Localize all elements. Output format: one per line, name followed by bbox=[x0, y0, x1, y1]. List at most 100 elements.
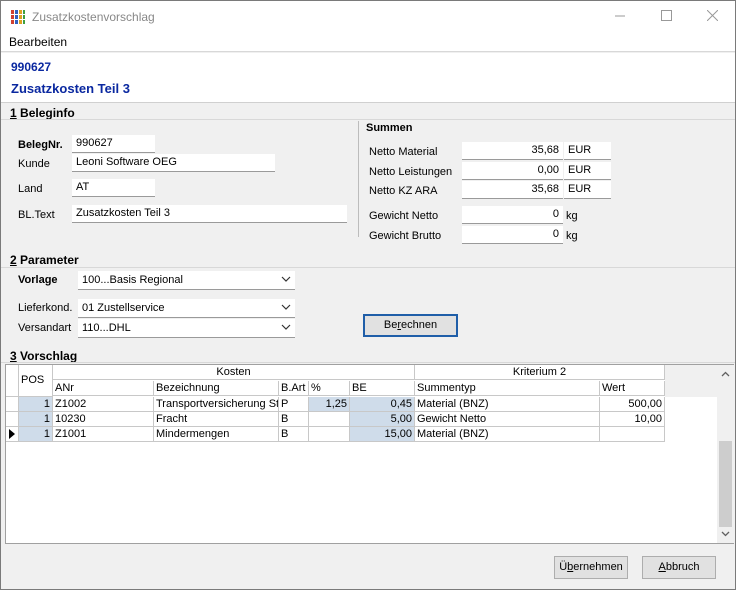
cell-bezeichnung[interactable]: Fracht bbox=[154, 412, 279, 427]
close-icon bbox=[706, 9, 718, 22]
uebernehmen-button[interactable]: Übernehmen bbox=[554, 556, 628, 579]
maximize-icon bbox=[660, 10, 672, 21]
cell-summentyp[interactable]: Material (BNZ) bbox=[415, 397, 600, 412]
vorschlag-grid: POS Kosten Kriterium 2 ANr Bezeichnung B… bbox=[5, 364, 734, 544]
window-title: Zusatzkostenvorschlag bbox=[32, 10, 155, 24]
chevron-down-icon bbox=[281, 324, 291, 330]
group-header-kriterium: Kriterium 2 bbox=[415, 365, 665, 380]
gewicht-brutto-unit: kg bbox=[566, 230, 578, 242]
section-vorschlag-title: 3 Vorschlag bbox=[10, 349, 78, 363]
cell-wert[interactable]: 10,00 bbox=[600, 412, 665, 427]
minimize-icon bbox=[615, 15, 625, 17]
cell-be[interactable]: 0,45 bbox=[350, 397, 415, 412]
cell-bart[interactable]: B bbox=[279, 427, 309, 442]
cell-anr[interactable]: 10230 bbox=[53, 412, 154, 427]
belegnr-field[interactable]: 990627 bbox=[72, 135, 155, 153]
gewicht-brutto-label: Gewicht Brutto bbox=[369, 230, 442, 242]
land-field[interactable]: AT bbox=[72, 179, 155, 197]
vorlage-label: Vorlage bbox=[18, 274, 58, 286]
grid-vertical-scrollbar[interactable] bbox=[717, 365, 734, 543]
summen-divider bbox=[358, 121, 359, 237]
cell-percent[interactable] bbox=[309, 412, 350, 427]
netto-leistungen-currency: EUR bbox=[564, 162, 611, 180]
close-button[interactable] bbox=[689, 1, 735, 32]
document-number: 990627 bbox=[11, 60, 52, 74]
abbruch-button[interactable]: Abbruch bbox=[642, 556, 716, 579]
minimize-button[interactable] bbox=[597, 1, 643, 32]
dialog-window: Zusatzkostenvorschlag Bearbeiten 990627 … bbox=[0, 0, 736, 590]
summen-title: Summen bbox=[366, 122, 413, 134]
scroll-up-icon[interactable] bbox=[721, 370, 730, 379]
netto-kz-ara-currency: EUR bbox=[564, 181, 611, 199]
title-bar[interactable]: Zusatzkostenvorschlag bbox=[1, 1, 735, 32]
cell-pos[interactable]: 1 bbox=[19, 412, 53, 427]
kunde-label: Kunde bbox=[18, 158, 50, 170]
cell-wert[interactable] bbox=[600, 427, 665, 442]
column-header-bart[interactable]: B.Art bbox=[279, 381, 309, 396]
cell-anr[interactable]: Z1002 bbox=[53, 397, 154, 412]
column-header-be[interactable]: BE bbox=[350, 381, 415, 396]
row-indicator[interactable] bbox=[6, 412, 19, 427]
section-beleginfo-title: 1 Beleginfo bbox=[10, 106, 75, 120]
lieferkond-select[interactable]: 01 Zustellservice bbox=[78, 299, 295, 318]
netto-leistungen-field: 0,00 bbox=[462, 162, 563, 180]
land-label: Land bbox=[18, 183, 43, 195]
maximize-button[interactable] bbox=[643, 1, 689, 32]
chevron-down-icon bbox=[281, 276, 291, 282]
group-header-kosten: Kosten bbox=[53, 365, 415, 380]
cell-percent[interactable] bbox=[309, 427, 350, 442]
grid-header-filler bbox=[665, 365, 717, 397]
scrollbar-thumb[interactable] bbox=[719, 441, 732, 527]
cell-wert[interactable]: 500,00 bbox=[600, 397, 665, 412]
versandart-value: 110...DHL bbox=[82, 322, 131, 334]
row-indicator[interactable] bbox=[6, 397, 19, 412]
section-divider bbox=[1, 119, 735, 120]
netto-material-field: 35,68 bbox=[462, 142, 563, 160]
cell-bezeichnung[interactable]: Transportversicherung St bbox=[154, 397, 279, 412]
vorlage-value: 100...Basis Regional bbox=[82, 274, 183, 286]
netto-leistungen-label: Netto Leistungen bbox=[369, 166, 453, 178]
section-parameter-title: 2 Parameter bbox=[10, 253, 79, 267]
cell-summentyp[interactable]: Material (BNZ) bbox=[415, 427, 600, 442]
cell-anr[interactable]: Z1001 bbox=[53, 427, 154, 442]
cell-summentyp[interactable]: Gewicht Netto bbox=[415, 412, 600, 427]
netto-kz-ara-field: 35,68 bbox=[462, 181, 563, 199]
bltext-field[interactable]: Zusatzkosten Teil 3 bbox=[72, 205, 347, 223]
kunde-field[interactable]: Leoni Software OEG bbox=[72, 154, 275, 172]
document-title: Zusatzkosten Teil 3 bbox=[11, 81, 130, 96]
column-header-wert[interactable]: Wert bbox=[600, 381, 665, 396]
column-header-bezeichnung[interactable]: Bezeichnung bbox=[154, 381, 279, 396]
cell-bezeichnung[interactable]: Mindermengen bbox=[154, 427, 279, 442]
cell-percent[interactable]: 1,25 bbox=[309, 397, 350, 412]
document-header: 990627 Zusatzkosten Teil 3 bbox=[1, 53, 735, 103]
column-header-percent[interactable]: % bbox=[309, 381, 350, 396]
berechnen-button[interactable]: Berechnen bbox=[363, 314, 458, 337]
row-indicator-current[interactable] bbox=[6, 427, 19, 442]
bltext-label: BL.Text bbox=[18, 209, 55, 221]
cell-be[interactable]: 15,00 bbox=[350, 427, 415, 442]
gewicht-netto-field: 0 bbox=[462, 206, 563, 224]
section-divider bbox=[1, 267, 735, 268]
lieferkond-value: 01 Zustellservice bbox=[82, 302, 165, 314]
column-header-pos[interactable]: POS bbox=[19, 365, 53, 397]
cell-pos[interactable]: 1 bbox=[19, 397, 53, 412]
cell-bart[interactable]: B bbox=[279, 412, 309, 427]
cell-be[interactable]: 5,00 bbox=[350, 412, 415, 427]
cell-pos[interactable]: 1 bbox=[19, 427, 53, 442]
section-divider bbox=[1, 362, 735, 363]
menu-bar: Bearbeiten bbox=[1, 32, 735, 52]
netto-material-label: Netto Material bbox=[369, 146, 438, 158]
versandart-select[interactable]: 110...DHL bbox=[78, 319, 295, 338]
column-header-summentyp[interactable]: Summentyp bbox=[415, 381, 600, 396]
menu-bearbeiten[interactable]: Bearbeiten bbox=[9, 35, 67, 49]
belegnr-label: BelegNr. bbox=[18, 139, 63, 151]
scroll-down-icon[interactable] bbox=[721, 529, 730, 538]
column-header-anr[interactable]: ANr bbox=[53, 381, 154, 396]
gewicht-brutto-field: 0 bbox=[462, 226, 563, 244]
vorlage-select[interactable]: 100...Basis Regional bbox=[78, 271, 295, 290]
gewicht-netto-unit: kg bbox=[566, 210, 578, 222]
cell-bart[interactable]: P bbox=[279, 397, 309, 412]
netto-material-currency: EUR bbox=[564, 142, 611, 160]
row-indicator-header bbox=[6, 365, 19, 397]
chevron-down-icon bbox=[281, 304, 291, 310]
